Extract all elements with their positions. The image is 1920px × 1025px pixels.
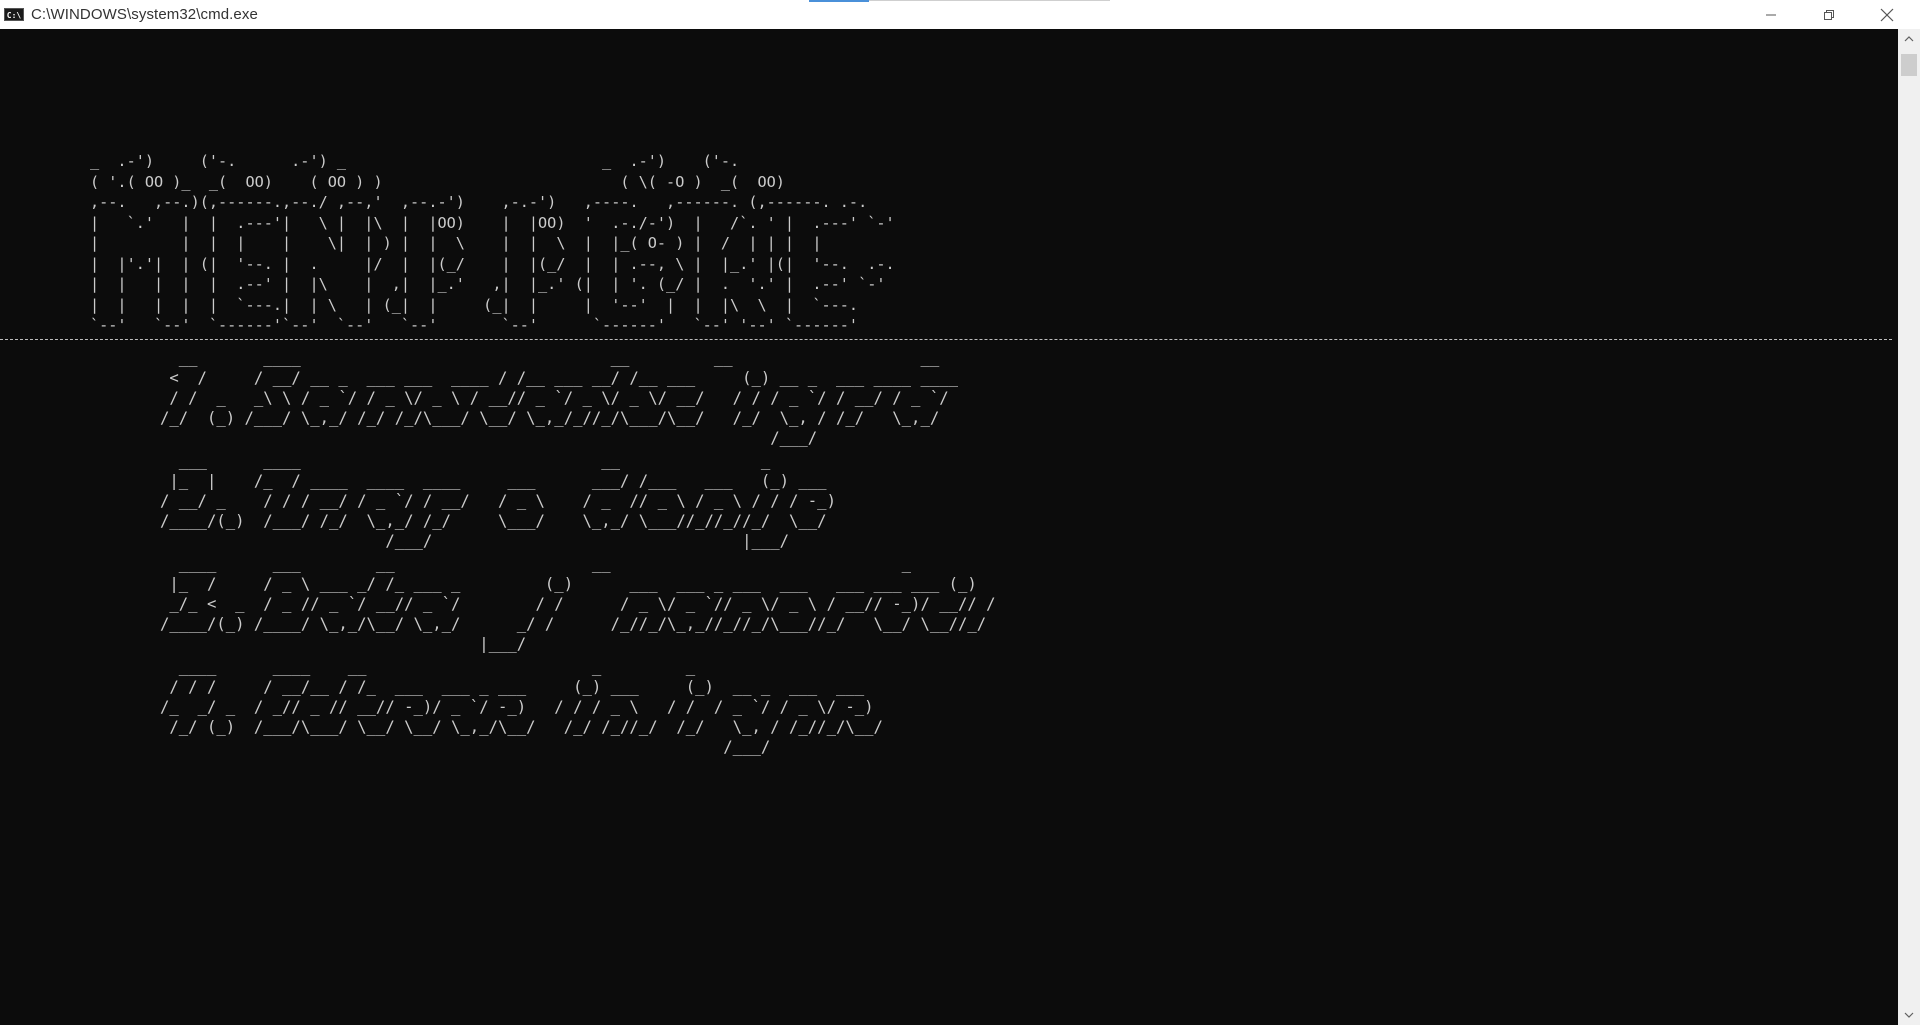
option-2-ascii: ___ ____ __ _ |_ | /_ / ____ ____ ____ _… <box>160 452 836 550</box>
restore-button[interactable] <box>1800 0 1858 29</box>
scroll-down-button[interactable] <box>1898 1005 1920 1025</box>
vertical-scrollbar[interactable] <box>1898 29 1920 1025</box>
scroll-thumb[interactable] <box>1901 54 1917 76</box>
window-title: C:\WINDOWS\system32\cmd.exe <box>31 6 258 23</box>
cmd-app-icon[interactable]: C:\ <box>4 8 24 21</box>
close-icon <box>1880 8 1894 21</box>
scroll-up-button[interactable] <box>1898 29 1920 49</box>
close-button[interactable] <box>1858 0 1916 29</box>
option-1-ascii: __ ____ __ __ __ < / / __/ __ _ ___ ___ … <box>160 349 958 447</box>
title-bar-accent <box>809 0 869 2</box>
chevron-down-icon <box>1904 1012 1914 1018</box>
title-bar-divider <box>869 0 1110 1</box>
option-4-ascii: ____ ____ __ _ _ / / / / __/__ / /_ ___ … <box>160 658 883 756</box>
menu-banner-ascii: _ .-') ('-. .-') _ _ .-') ('-. ( '.( OO … <box>90 152 895 334</box>
title-bar[interactable]: C:\ C:\WINDOWS\system32\cmd.exe <box>0 0 1920 30</box>
chevron-up-icon <box>1904 36 1914 42</box>
option-3-ascii: ____ ___ __ __ _ |_ / / _ \ ___ _/ /_ __… <box>160 555 996 653</box>
separator-line <box>0 339 1892 340</box>
minimize-button[interactable] <box>1742 0 1800 29</box>
minimize-icon <box>1766 14 1776 15</box>
restore-icon <box>1824 9 1834 20</box>
